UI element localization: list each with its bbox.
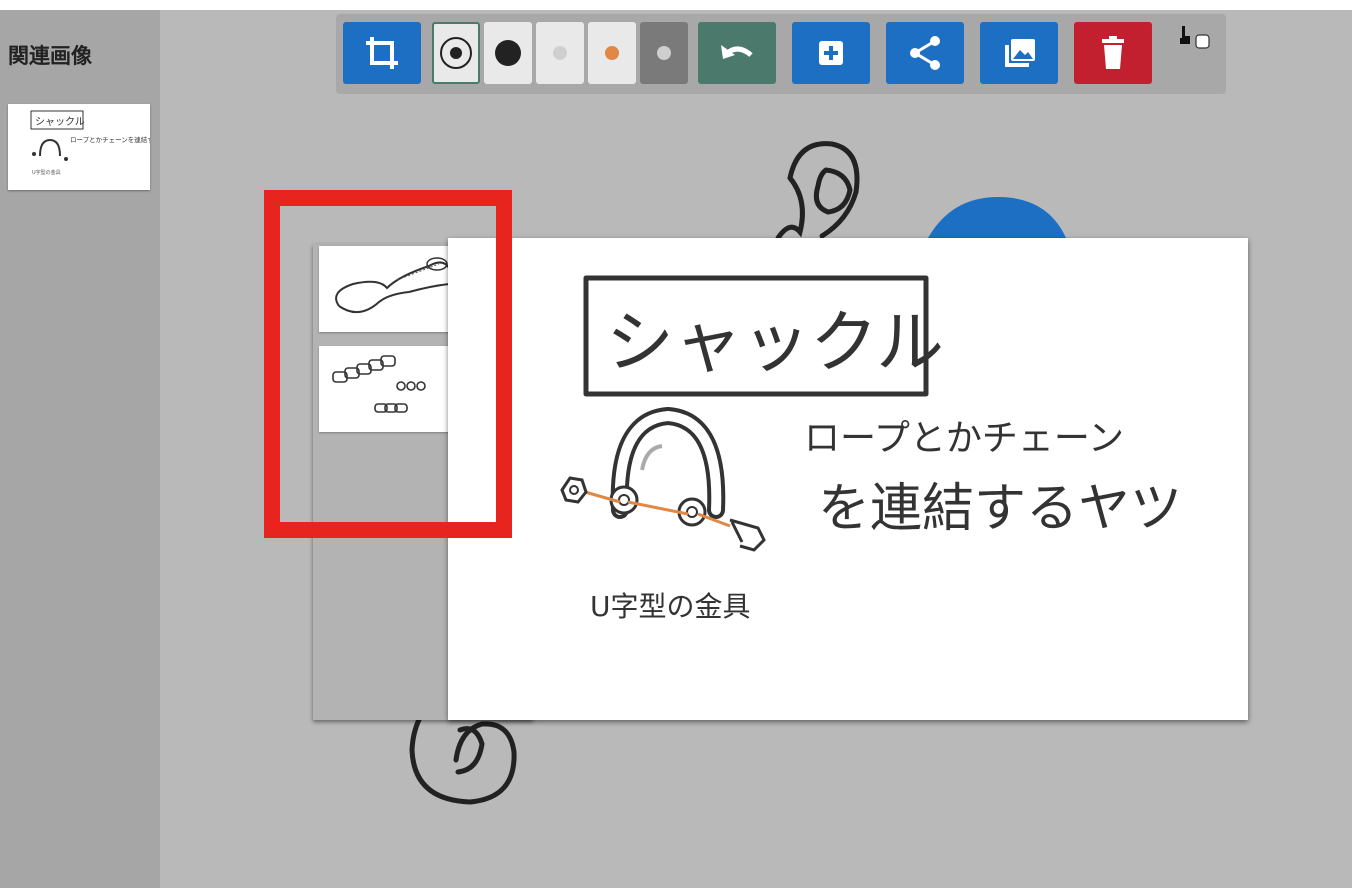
add-button[interactable] bbox=[792, 22, 870, 84]
brush-dot bbox=[495, 40, 521, 66]
crop-icon bbox=[366, 37, 398, 69]
thumb-note: U字型の金具 bbox=[32, 169, 61, 176]
canvas-stroke-top bbox=[775, 141, 860, 241]
brush-medium-black-button[interactable] bbox=[484, 22, 532, 84]
brush-dot bbox=[605, 46, 619, 60]
brush-dot bbox=[450, 47, 462, 59]
main-card-note: U字型の金具 bbox=[590, 590, 751, 623]
sidebar-title: 関連画像 bbox=[8, 43, 92, 68]
plus-icon bbox=[819, 41, 843, 65]
trash-icon bbox=[1102, 36, 1124, 69]
share-button[interactable] bbox=[886, 22, 964, 84]
main-card-caption-line2: を連結するヤツ bbox=[818, 479, 1182, 539]
toolbar bbox=[336, 14, 1226, 94]
share-icon bbox=[910, 36, 940, 70]
shackle-drawing bbox=[560, 406, 766, 552]
brush-orange-button[interactable] bbox=[588, 22, 636, 84]
sidebar: 関連画像 シャックル ロープとかチェーンを連結するヤツ U字型の金具 bbox=[0, 10, 173, 888]
brush-large-black-button[interactable] bbox=[432, 22, 480, 84]
crop-button[interactable] bbox=[343, 22, 421, 84]
related-image-thumbnail[interactable]: シャックル ロープとかチェーンを連結するヤツ U字型の金具 bbox=[8, 104, 173, 190]
brush-dot bbox=[657, 46, 671, 60]
blue-blob bbox=[928, 196, 1066, 238]
brush-gray-button[interactable] bbox=[640, 22, 688, 84]
image-icon bbox=[1005, 39, 1035, 67]
delete-button[interactable] bbox=[1074, 22, 1152, 84]
thumb-title: シャックル bbox=[35, 116, 85, 128]
selection-highlight bbox=[264, 190, 512, 538]
main-image-card[interactable]: シャックル ロープとかチェーン を連結するヤツ U字型の金具 bbox=[448, 238, 1248, 720]
selected-ring bbox=[440, 37, 472, 69]
brush-small-gray-button[interactable] bbox=[536, 22, 584, 84]
touch-icon bbox=[1180, 26, 1190, 44]
undo-button[interactable] bbox=[698, 22, 776, 84]
main-card-caption-line1: ロープとかチェーン bbox=[804, 418, 1124, 459]
touch-mode-checkbox[interactable] bbox=[1195, 34, 1210, 49]
gallery-button[interactable] bbox=[980, 22, 1058, 84]
touch-mode-toggle[interactable] bbox=[1176, 22, 1216, 52]
main-card-title: シャックル bbox=[606, 304, 944, 383]
undo-icon bbox=[721, 45, 753, 59]
thumb-caption: ロープとかチェーンを連結するヤツ bbox=[70, 135, 150, 144]
brush-dot bbox=[553, 46, 567, 60]
